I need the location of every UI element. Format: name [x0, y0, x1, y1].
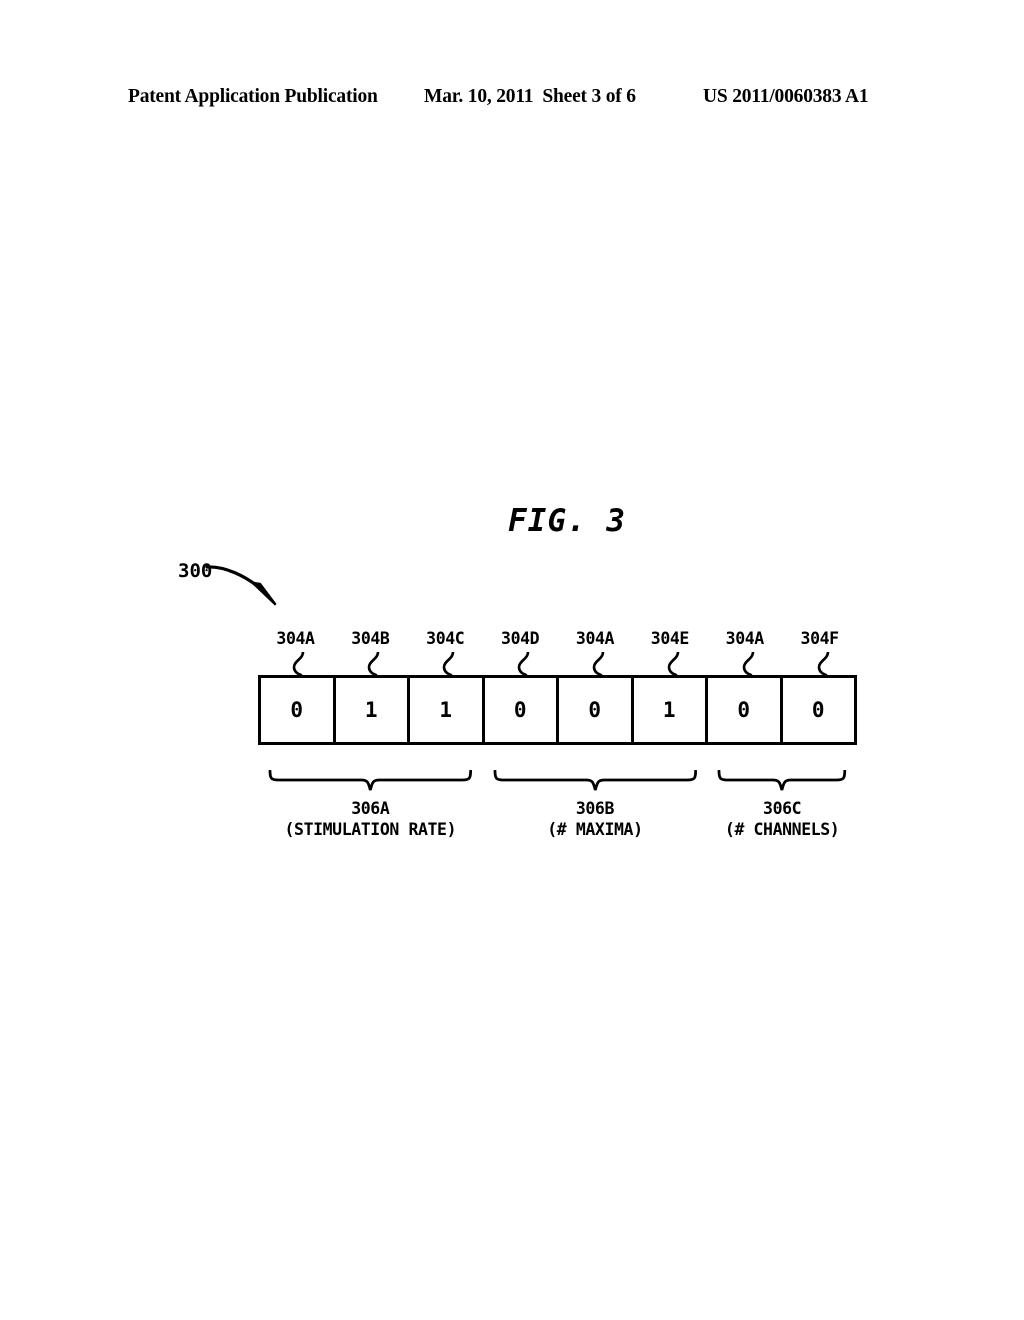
leader-line-hook: [442, 652, 455, 676]
bit-reference-label: 304D: [501, 629, 540, 648]
field-group-name: (# CHANNELS): [724, 820, 840, 839]
leader-line-hook: [517, 652, 530, 676]
bit-cell: 0: [261, 678, 336, 742]
bit-reference-label: 304C: [426, 629, 465, 648]
leader-line-hook: [293, 652, 305, 676]
figure-3-drawing: FIG. 3 300 304A 304B 304C 304D 304A 304E 304A 3…: [0, 0, 1024, 1320]
bit-reference-label: 304A: [725, 629, 765, 648]
leader-line-hook: [667, 652, 680, 676]
bit-cell: 0: [559, 678, 634, 742]
bit-reference-label: 304E: [650, 629, 690, 648]
leader-line-hook: [592, 652, 605, 676]
field-group-numeral: 306C: [763, 799, 802, 818]
leader-line-hook: [368, 652, 380, 676]
bit-cell: 1: [335, 678, 410, 742]
field-group-brace: [717, 770, 847, 792]
bit-reference-label: 304B: [351, 629, 390, 648]
bit-reference-label: 304F: [800, 629, 840, 648]
bit-word-table: 01100100: [258, 675, 857, 745]
figure-title: FIG. 3: [508, 503, 626, 539]
bit-cell: 1: [410, 678, 485, 742]
field-group-brace: [493, 770, 698, 792]
leader-line-hook: [742, 652, 754, 676]
field-group-brace: [268, 770, 473, 792]
bit-reference-label: 304A: [575, 629, 615, 648]
leader-line-hook: [817, 652, 829, 676]
bit-cell: 0: [782, 678, 854, 742]
reference-arrow-300: [205, 565, 277, 606]
bit-reference-label: 304A: [276, 629, 315, 648]
bit-cell: 1: [633, 678, 708, 742]
field-group-label: 306C (# CHANNELS): [622, 798, 942, 840]
bit-cell: 0: [484, 678, 559, 742]
bit-cell: 0: [708, 678, 783, 742]
